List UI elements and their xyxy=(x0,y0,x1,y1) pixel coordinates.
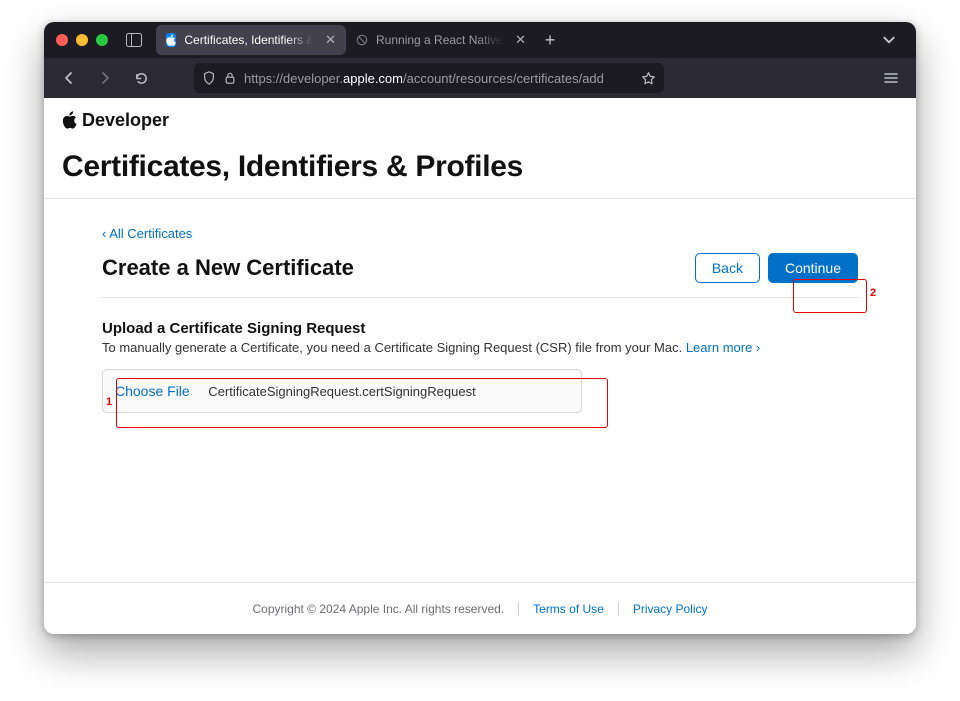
nav-forward-button[interactable] xyxy=(90,63,120,93)
lock-icon xyxy=(224,72,236,84)
hamburger-icon xyxy=(883,70,899,86)
section-title: Create a New Certificate xyxy=(102,255,354,281)
footer-copyright: Copyright © 2024 Apple Inc. All rights r… xyxy=(252,602,504,616)
back-link[interactable]: ‹ All Certificates xyxy=(102,226,192,241)
favicon-generic-icon xyxy=(356,33,368,47)
arrow-left-icon xyxy=(61,70,77,86)
learn-more-link[interactable]: Learn more › xyxy=(686,340,760,355)
titlebar: Certificates, Identifiers & Profiles ✕ R… xyxy=(44,22,916,58)
browser-window: Certificates, Identifiers & Profiles ✕ R… xyxy=(44,22,916,634)
footer-terms-link[interactable]: Terms of Use xyxy=(533,602,604,616)
content: ‹ All Certificates Create a New Certific… xyxy=(44,199,916,634)
section-description: To manually generate a Certificate, you … xyxy=(102,340,858,355)
reload-button[interactable] xyxy=(126,63,156,93)
window-controls xyxy=(52,34,114,46)
window-close-button[interactable] xyxy=(56,34,68,46)
file-picker[interactable]: Choose File CertificateSigningRequest.ce… xyxy=(102,369,582,413)
title-row: Create a New Certificate Back Continue xyxy=(102,253,858,298)
tab-certificates[interactable]: Certificates, Identifiers & Profiles ✕ xyxy=(156,25,346,55)
tab-label: Running a React Native App on xyxy=(376,33,503,47)
bookmark-button[interactable] xyxy=(641,71,656,86)
footer: Copyright © 2024 Apple Inc. All rights r… xyxy=(44,582,916,634)
url-path: /account/resources/certificates/add xyxy=(403,71,604,86)
nav-back-button[interactable] xyxy=(54,63,84,93)
sidebar-icon xyxy=(126,33,142,47)
sidebar-toggle-button[interactable] xyxy=(120,28,148,52)
section-text: To manually generate a Certificate, you … xyxy=(102,340,686,355)
url-prefix: https://developer. xyxy=(244,71,343,86)
star-icon xyxy=(641,71,656,86)
url-text: https://developer.apple.com/account/reso… xyxy=(244,71,604,86)
apple-logo-icon xyxy=(62,111,78,129)
favicon-apple-icon xyxy=(166,33,176,47)
footer-divider xyxy=(618,602,619,616)
back-button[interactable]: Back xyxy=(695,253,760,283)
brand[interactable]: Developer xyxy=(62,110,169,131)
url-host: apple.com xyxy=(343,71,403,86)
global-nav: Developer xyxy=(44,98,916,142)
arrow-right-icon xyxy=(97,70,113,86)
annotation-label-1: 1 xyxy=(106,396,112,408)
chevron-down-icon xyxy=(882,33,896,47)
annotation-label-2: 2 xyxy=(870,287,876,299)
brand-label: Developer xyxy=(82,110,169,131)
action-buttons: Back Continue xyxy=(695,253,858,283)
tab-close-icon[interactable]: ✕ xyxy=(515,32,526,48)
tab-label: Certificates, Identifiers & Profiles xyxy=(184,33,313,47)
url-bar[interactable]: https://developer.apple.com/account/reso… xyxy=(194,63,664,93)
tab-close-icon[interactable]: ✕ xyxy=(325,32,336,48)
page-title: Certificates, Identifiers & Profiles xyxy=(62,150,898,184)
reload-icon xyxy=(134,71,149,86)
titlebar-right xyxy=(878,29,908,51)
footer-privacy-link[interactable]: Privacy Policy xyxy=(633,602,708,616)
hero: Certificates, Identifiers & Profiles xyxy=(44,142,916,199)
list-all-tabs-button[interactable] xyxy=(878,29,900,51)
tab-strip: Certificates, Identifiers & Profiles ✕ R… xyxy=(156,25,872,55)
section-heading: Upload a Certificate Signing Request xyxy=(102,320,858,337)
page-viewport: Developer Certificates, Identifiers & Pr… xyxy=(44,98,916,634)
window-minimize-button[interactable] xyxy=(76,34,88,46)
app-menu-button[interactable] xyxy=(876,63,906,93)
continue-button[interactable]: Continue xyxy=(768,253,858,283)
new-tab-button[interactable]: + xyxy=(536,26,564,54)
shield-icon xyxy=(202,71,216,85)
upload-section: Upload a Certificate Signing Request To … xyxy=(102,320,858,413)
selected-filename: CertificateSigningRequest.certSigningReq… xyxy=(208,384,475,399)
window-maximize-button[interactable] xyxy=(96,34,108,46)
footer-divider xyxy=(518,602,519,616)
tab-react-native[interactable]: Running a React Native App on ✕ xyxy=(346,25,536,55)
toolbar: https://developer.apple.com/account/reso… xyxy=(44,58,916,98)
choose-file-button[interactable]: Choose File xyxy=(115,383,190,399)
